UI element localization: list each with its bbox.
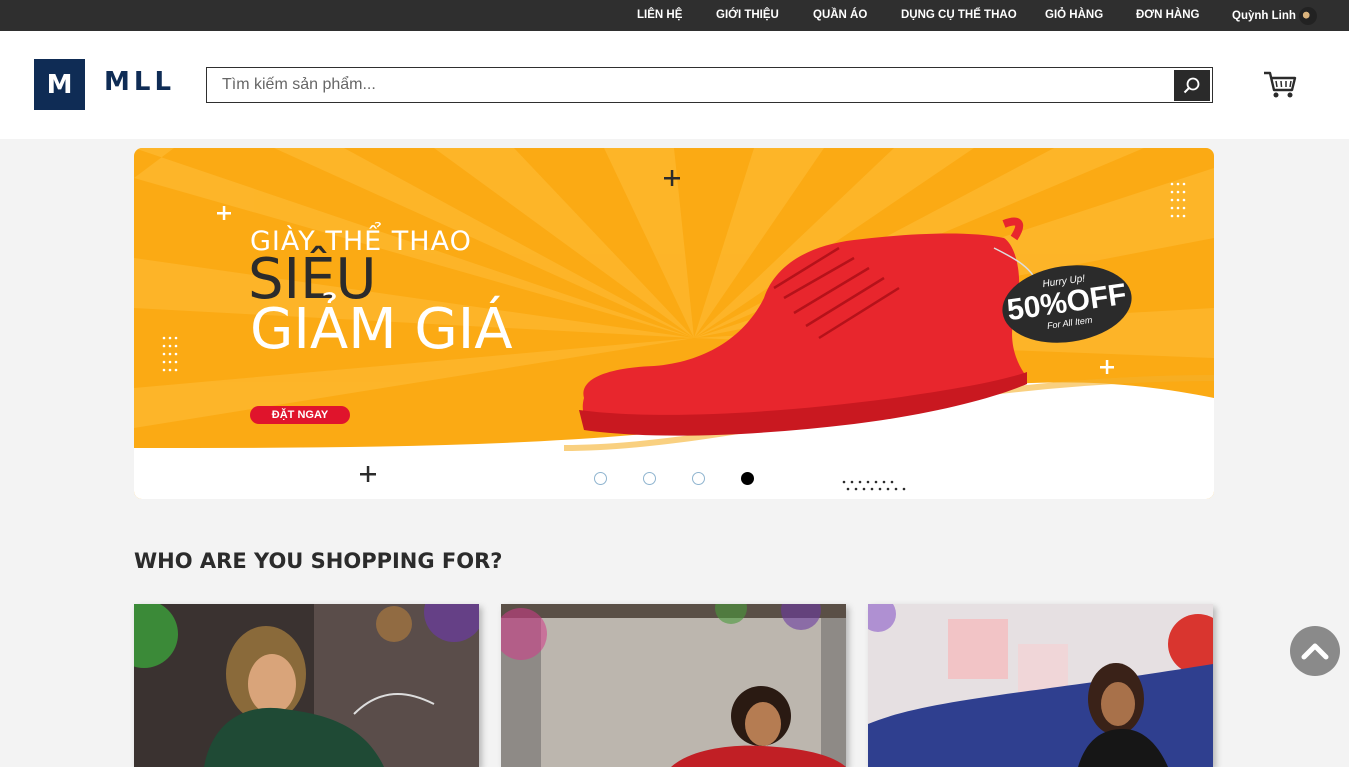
women-photo xyxy=(134,604,479,767)
carousel-dot-1[interactable] xyxy=(594,472,607,485)
scroll-to-top-button[interactable] xyxy=(1290,626,1340,676)
user-avatar[interactable] xyxy=(1298,6,1317,25)
category-card-women[interactable] xyxy=(134,604,479,767)
kids-photo xyxy=(868,604,1213,767)
order-now-button[interactable]: ĐẶT NGAY xyxy=(250,406,350,424)
section-title: WHO ARE YOU SHOPPING FOR? xyxy=(134,549,503,573)
nav-quan-ao[interactable]: QUẦN ÁO xyxy=(813,0,867,31)
men-photo xyxy=(501,604,846,767)
logo-mark[interactable]: M xyxy=(34,59,85,110)
chevron-up-icon xyxy=(1301,643,1329,660)
category-card-men[interactable] xyxy=(501,604,846,767)
banner-line-3: GIẢM GIÁ xyxy=(250,297,513,362)
search-icon xyxy=(1183,77,1200,93)
carousel-dot-2[interactable] xyxy=(643,472,656,485)
nav-gio-hang[interactable]: GIỎ HÀNG xyxy=(1045,0,1103,31)
nav-lien-he[interactable]: LIÊN HỆ xyxy=(637,0,682,31)
cart-icon xyxy=(1264,71,1297,98)
nav-don-hang[interactable]: ĐƠN HÀNG xyxy=(1136,0,1199,31)
carousel-dot-4[interactable] xyxy=(741,472,754,485)
cart-button[interactable] xyxy=(1262,70,1298,100)
search-button[interactable] xyxy=(1174,70,1210,101)
search-input[interactable] xyxy=(207,68,1173,102)
search-bar xyxy=(206,67,1213,103)
carousel-indicators xyxy=(594,472,754,485)
carousel-dot-3[interactable] xyxy=(692,472,705,485)
hero-banner[interactable]: GIÀY THỂ THAO SIÊU GIẢM GIÁ ĐẶT NGAY Hur… xyxy=(134,148,1214,499)
top-nav-bar: LIÊN HỆ GIỚI THIỆU QUẦN ÁO DỤNG CỤ THỂ T… xyxy=(0,0,1349,31)
user-menu[interactable]: Quỳnh Linh xyxy=(1232,0,1317,31)
logo-text[interactable]: MLL xyxy=(104,67,175,97)
nav-dung-cu-the-thao[interactable]: DỤNG CỤ THỂ THAO xyxy=(901,0,1017,31)
nav-gioi-thieu[interactable]: GIỚI THIỆU xyxy=(716,0,779,31)
category-card-kids[interactable] xyxy=(868,604,1213,767)
user-name: Quỳnh Linh xyxy=(1232,9,1296,22)
site-header: M MLL xyxy=(0,31,1349,139)
